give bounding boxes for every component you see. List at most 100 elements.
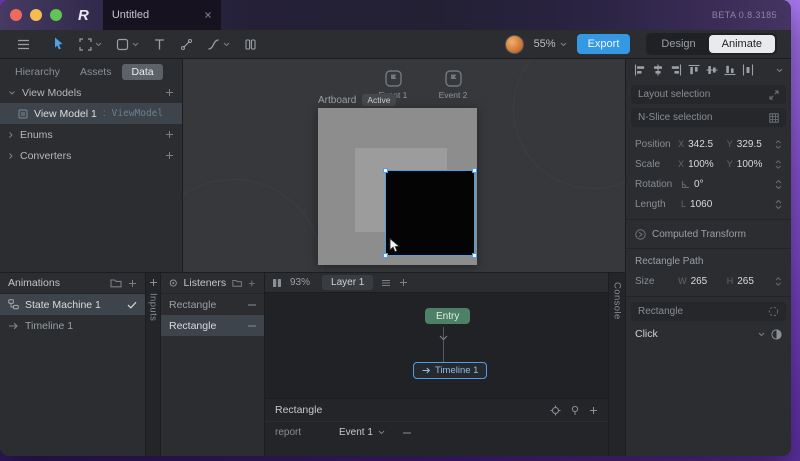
timeline-row[interactable]: Timeline 1 xyxy=(0,315,145,336)
transition-arrow-icon[interactable] xyxy=(439,335,448,341)
resize-handle[interactable] xyxy=(383,253,388,258)
inputs-collapsed-tab[interactable]: Inputs xyxy=(146,272,161,456)
position-x-value[interactable]: 342.5 xyxy=(688,139,713,150)
chevron-right-icon[interactable] xyxy=(8,131,14,139)
folder-icon[interactable] xyxy=(110,278,122,288)
export-button[interactable]: Export xyxy=(577,34,631,54)
nslice-selection-section[interactable]: N-Slice selection xyxy=(631,108,786,127)
scale-x-value[interactable]: 100% xyxy=(688,159,714,170)
chevron-down-icon[interactable] xyxy=(758,332,765,337)
close-tab-icon[interactable] xyxy=(204,11,212,19)
tab-assets[interactable]: Assets xyxy=(71,64,121,80)
stepper-icon[interactable] xyxy=(775,199,782,210)
stepper-icon[interactable] xyxy=(775,179,782,190)
zoom-select[interactable]: 55% xyxy=(534,38,567,50)
transform-tool-button[interactable] xyxy=(72,30,109,58)
expand-icon[interactable] xyxy=(769,90,779,100)
timeline-state-node[interactable]: Timeline 1 xyxy=(413,362,487,379)
add-converter-button[interactable] xyxy=(165,151,174,160)
rotation-value[interactable]: 0° xyxy=(694,179,704,190)
align-middle-vertical-icon[interactable] xyxy=(706,64,718,76)
state-machine-row[interactable]: State Machine 1 xyxy=(0,294,145,315)
avatar[interactable] xyxy=(505,35,524,54)
document-tab[interactable]: Untitled xyxy=(103,0,221,30)
curve-tool-button[interactable] xyxy=(200,30,237,58)
resize-handle[interactable] xyxy=(383,168,388,173)
tree-row-view-model-1[interactable]: View Model 1 : ViewModel xyxy=(0,103,182,124)
add-layer-button[interactable] xyxy=(399,278,408,287)
main-menu-button[interactable] xyxy=(10,30,37,58)
fullscreen-window-button[interactable] xyxy=(50,9,62,21)
transition-edge[interactable] xyxy=(443,327,444,362)
tab-hierarchy[interactable]: Hierarchy xyxy=(6,64,69,80)
layout-selection-section[interactable]: Layout selection xyxy=(631,85,786,104)
tab-data[interactable]: Data xyxy=(122,64,162,80)
layer-tab[interactable]: Layer 1 xyxy=(322,275,373,290)
resize-handle[interactable] xyxy=(472,253,477,258)
chevron-down-icon[interactable] xyxy=(132,42,139,47)
stepper-icon[interactable] xyxy=(775,139,782,150)
chevron-down-icon[interactable] xyxy=(95,42,102,47)
add-listener-button[interactable] xyxy=(248,279,256,288)
contrast-icon[interactable] xyxy=(771,329,782,340)
add-view-model-button[interactable] xyxy=(165,88,174,97)
position-y-value[interactable]: 329.5 xyxy=(737,139,762,150)
report-event-select[interactable]: Event 1 xyxy=(339,427,385,438)
tree-row-converters[interactable]: Converters xyxy=(0,145,182,166)
listener-row[interactable]: Rectangle xyxy=(161,294,264,315)
inputs-strip-label[interactable]: Inputs xyxy=(148,293,159,321)
animate-mode-button[interactable]: Animate xyxy=(709,35,775,53)
listener-row[interactable]: Rectangle xyxy=(161,315,264,336)
folder-icon[interactable] xyxy=(232,278,242,288)
resize-handle[interactable] xyxy=(472,168,477,173)
length-value[interactable]: 1060 xyxy=(690,199,712,210)
graph-zoom-value[interactable]: 93% xyxy=(290,277,310,288)
event-icon[interactable] xyxy=(385,70,402,87)
pin-icon[interactable] xyxy=(570,405,580,416)
shape-tool-button[interactable] xyxy=(109,30,146,58)
event-icon[interactable] xyxy=(445,70,462,87)
distribute-horizontal-icon[interactable] xyxy=(742,64,754,76)
add-enum-button[interactable] xyxy=(165,130,174,139)
layout-tool-button[interactable] xyxy=(237,30,264,58)
select-tool-button[interactable] xyxy=(45,30,72,58)
add-input-button[interactable] xyxy=(149,278,158,287)
layer-menu-icon[interactable] xyxy=(381,279,391,287)
state-machine-graph[interactable]: Entry Timeline 1 xyxy=(265,293,608,398)
chevron-right-icon[interactable] xyxy=(8,152,14,160)
tree-row-view-models[interactable]: View Models xyxy=(0,82,182,103)
sync-icon[interactable] xyxy=(768,306,779,317)
size-h-value[interactable]: 265 xyxy=(737,276,754,287)
close-window-button[interactable] xyxy=(10,9,22,21)
artboard-name-label[interactable]: Artboard xyxy=(318,95,356,106)
chevron-down-icon[interactable] xyxy=(776,68,783,73)
design-mode-button[interactable]: Design xyxy=(648,35,708,53)
remove-listener-button[interactable] xyxy=(248,325,256,327)
panels-icon[interactable] xyxy=(272,278,282,288)
add-animation-button[interactable] xyxy=(128,279,137,288)
console-collapsed-tab[interactable]: Console xyxy=(608,272,625,456)
computed-transform-section[interactable]: Computed Transform xyxy=(626,225,791,243)
chevron-down-icon[interactable] xyxy=(8,90,16,96)
nslice-icon[interactable] xyxy=(769,113,779,123)
remove-action-button[interactable] xyxy=(403,432,411,434)
console-strip-label[interactable]: Console xyxy=(612,282,623,320)
remove-listener-button[interactable] xyxy=(248,304,256,306)
scale-y-value[interactable]: 100% xyxy=(737,159,763,170)
align-right-icon[interactable] xyxy=(670,64,682,76)
stepper-icon[interactable] xyxy=(775,276,782,287)
tree-row-enums[interactable]: Enums xyxy=(0,124,182,145)
rectangle-section[interactable]: Rectangle xyxy=(631,302,786,321)
active-badge[interactable]: Active xyxy=(362,94,395,106)
stage-canvas[interactable]: Event 1 Event 2 Artboard Active xyxy=(183,59,625,272)
align-bottom-icon[interactable] xyxy=(724,64,736,76)
click-listener-row[interactable]: Click xyxy=(626,324,791,344)
pen-tool-button[interactable] xyxy=(173,30,200,58)
align-left-icon[interactable] xyxy=(634,64,646,76)
align-top-icon[interactable] xyxy=(688,64,700,76)
text-tool-button[interactable] xyxy=(146,30,173,58)
align-center-horizontal-icon[interactable] xyxy=(652,64,664,76)
chevron-down-icon[interactable] xyxy=(223,42,230,47)
target-icon[interactable] xyxy=(550,405,561,416)
stepper-icon[interactable] xyxy=(775,159,782,170)
